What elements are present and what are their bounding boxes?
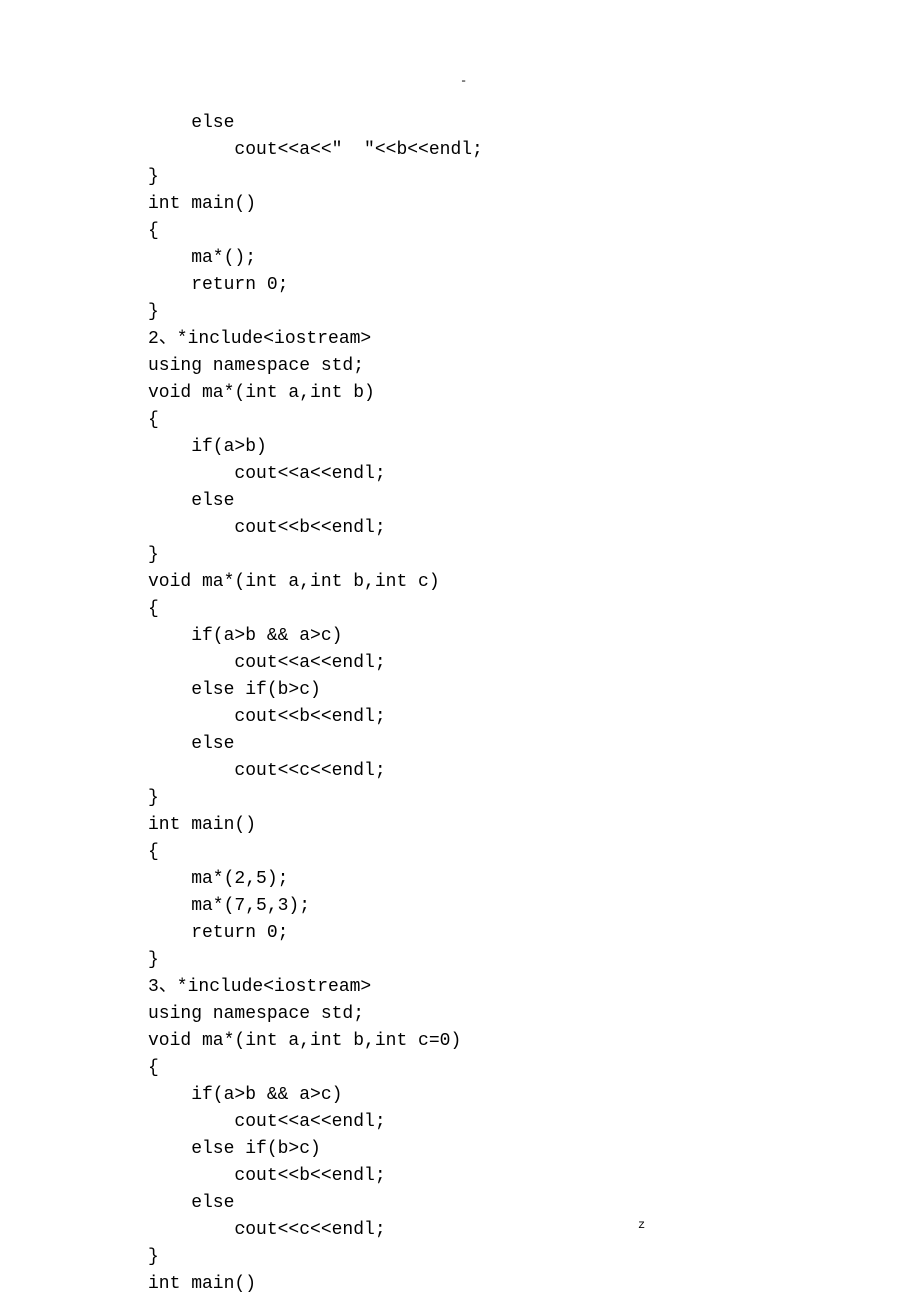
code-listing: else cout<<a<<" "<<b<<endl; } int main()… (148, 110, 483, 1298)
footer-z: z (638, 1216, 645, 1234)
page-header-mark: - (460, 72, 467, 90)
footer-dot: . (240, 1216, 247, 1234)
